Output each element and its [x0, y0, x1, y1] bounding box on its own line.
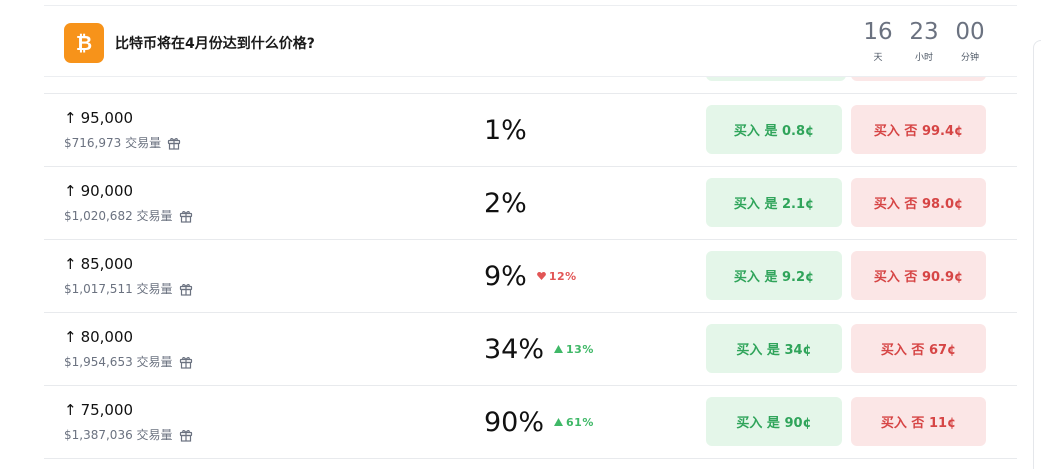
- outcome-label: ↑ 75,000: [64, 401, 133, 419]
- volume-text: $1,954,653 交易量: [64, 355, 173, 369]
- buy-yes-button[interactable]: 买入 是 9.2¢: [706, 251, 842, 300]
- gift-icon[interactable]: [179, 209, 193, 223]
- probability-change: 12%: [536, 269, 577, 283]
- buy-no-button[interactable]: 买入 否 98.0¢: [851, 178, 986, 227]
- arrow-up-icon: ↑: [64, 182, 77, 200]
- arrow-up-icon: ↑: [64, 255, 77, 273]
- probability-value: 34%: [484, 333, 545, 365]
- side-panel-edge: [1033, 40, 1041, 469]
- probability: 2%: [484, 167, 664, 239]
- probability-change-value: 61%: [566, 415, 594, 429]
- outcome-price: 95,000: [80, 109, 134, 127]
- countdown-days-label: 天: [873, 53, 883, 63]
- outcome-label: ↑ 95,000: [64, 109, 133, 127]
- countdown-days: 16 天: [861, 18, 895, 63]
- probability-change: 61%: [554, 416, 594, 429]
- probability: 9% 12%: [484, 240, 664, 312]
- buy-yes-button[interactable]: 买入 是 0.8¢: [706, 105, 842, 154]
- countdown-minutes-label: 分钟: [960, 53, 979, 63]
- outcome-volume: $1,020,682 交易量: [64, 207, 193, 224]
- probability-change: 13%: [554, 343, 594, 356]
- volume-text: $1,387,036 交易量: [64, 428, 173, 442]
- probability: 1%: [484, 94, 664, 166]
- arrow-up-icon: ↑: [64, 328, 77, 346]
- countdown-days-value: 16: [863, 19, 893, 45]
- buy-no-button[interactable]: 买入 否 67¢: [851, 324, 986, 373]
- probability-change-value: 12%: [548, 269, 577, 283]
- arrow-up-icon: ↑: [64, 109, 77, 127]
- outcome-row: ↑ 95,000 $716,973 交易量 1% 买入 是 0.8¢ 买入 否 9…: [44, 94, 1017, 167]
- outcome-label: ↑ 85,000: [64, 255, 133, 273]
- buy-no-button[interactable]: 买入 否 99.4¢: [851, 105, 986, 154]
- outcome-price: 85,000: [80, 255, 134, 273]
- market-page: ₿ 比特币将在4月份达到什么价格? 16 天 23 小时 00 分钟 ↑ 95,0…: [0, 0, 1041, 469]
- countdown-hours: 23 小时: [907, 18, 941, 63]
- probability-value: 90%: [484, 406, 545, 438]
- probability-value: 2%: [484, 187, 527, 219]
- outcome-row: ↑ 85,000 $1,017,511 交易量 9% 12% 买入 是 9.2¢ …: [44, 240, 1017, 313]
- buy-yes-button[interactable]: 买入 是 90¢: [706, 397, 842, 446]
- probability-value: 9%: [484, 260, 527, 292]
- gift-icon[interactable]: [179, 282, 193, 296]
- outcome-row: ↑ 90,000 $1,020,682 交易量 2% 买入 是 2.1¢ 买入 否…: [44, 167, 1017, 240]
- outcome-volume: $1,954,653 交易量: [64, 353, 193, 370]
- countdown-minutes-value: 00: [955, 19, 985, 45]
- outcome-price: 90,000: [80, 182, 134, 200]
- countdown-hours-value: 23: [909, 19, 939, 45]
- volume-text: $1,017,511 交易量: [64, 282, 173, 296]
- buy-no-button[interactable]: 买入 否 90.9¢: [851, 251, 986, 300]
- outcome-label: ↑ 80,000: [64, 328, 133, 346]
- svg-text:₿: ₿: [76, 31, 92, 55]
- gift-icon[interactable]: [179, 428, 193, 442]
- outcome-price: 80,000: [80, 328, 134, 346]
- probability-value: 1%: [484, 114, 527, 146]
- probability: 90% 61%: [484, 386, 664, 458]
- volume-text: $1,020,682 交易量: [64, 209, 173, 223]
- triangle-up-icon: [554, 416, 564, 429]
- bitcoin-icon: ₿: [64, 23, 104, 63]
- outcome-volume: $1,387,036 交易量: [64, 426, 193, 443]
- buy-no-button[interactable]: 买入 否 11¢: [851, 397, 986, 446]
- gift-icon[interactable]: [179, 355, 193, 369]
- market-header: ₿ 比特币将在4月份达到什么价格? 16 天 23 小时 00 分钟: [44, 5, 1017, 77]
- countdown-hours-label: 小时: [914, 53, 933, 63]
- heart-down-icon: [536, 270, 546, 283]
- probability-change-value: 13%: [566, 342, 594, 356]
- outcome-volume: $1,017,511 交易量: [64, 280, 193, 297]
- outcome-price: 75,000: [80, 401, 134, 419]
- outcome-row: ↑ 80,000 $1,954,653 交易量 34% 13% 买入 是 34¢ …: [44, 313, 1017, 386]
- countdown-minutes: 00 分钟: [953, 18, 987, 63]
- outcome-volume: $716,973 交易量: [64, 134, 181, 151]
- volume-text: $716,973 交易量: [64, 136, 162, 150]
- probability: 34% 13%: [484, 313, 664, 385]
- outcome-row: ↑ 75,000 $1,387,036 交易量 90% 61% 买入 是 90¢ …: [44, 386, 1017, 459]
- buy-yes-button[interactable]: 买入 是 2.1¢: [706, 178, 842, 227]
- arrow-up-icon: ↑: [64, 401, 77, 419]
- countdown-timer: 16 天 23 小时 00 分钟: [861, 18, 987, 63]
- market-title: 比特币将在4月份达到什么价格?: [115, 36, 315, 52]
- triangle-up-icon: [554, 343, 564, 356]
- outcome-label: ↑ 90,000: [64, 182, 133, 200]
- buy-yes-button[interactable]: 买入 是 34¢: [706, 324, 842, 373]
- gift-icon[interactable]: [167, 136, 181, 150]
